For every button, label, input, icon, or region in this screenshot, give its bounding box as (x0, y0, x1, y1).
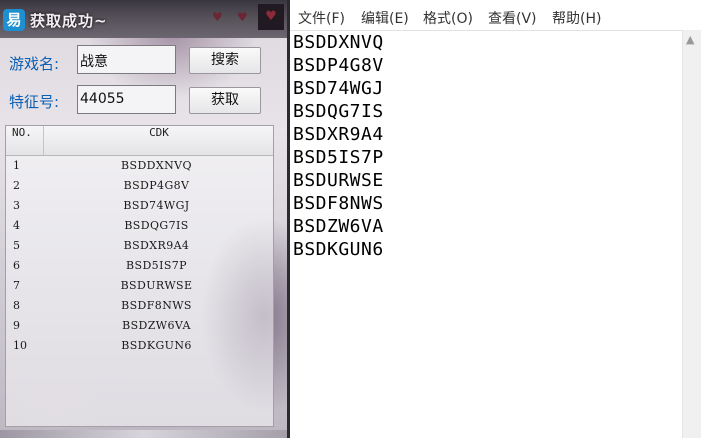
list-rows: 1 BSDDXNVQ 2 BSDP4G8V 3 BSD74WGJ 4 BSDQG7IS … (6, 156, 273, 356)
window-bottom-edge (0, 430, 287, 438)
menu-view[interactable]: 查看(V) (488, 8, 537, 28)
heart-icon[interactable]: ♥ (212, 10, 223, 24)
feature-code-field[interactable]: 44055 (77, 85, 176, 114)
column-header-cdk[interactable]: CDK (45, 126, 273, 155)
row-cdk: BSDQG7IS (124, 219, 189, 232)
text-editor[interactable]: BSDDXNVQ BSDP4G8V BSD74WGJ BSDQG7IS BSDX… (290, 30, 682, 438)
text-line: BSD74WGJ (293, 78, 384, 99)
search-button[interactable]: 搜索 (189, 47, 261, 74)
menu-edit[interactable]: 编辑(E) (361, 8, 409, 28)
game-name-label: 游戏名: (9, 55, 60, 73)
close-icon[interactable]: ♥ (258, 4, 284, 30)
list-row[interactable]: 7 BSDURWSE (6, 276, 273, 296)
list-row[interactable]: 9 BSDZW6VA (6, 316, 273, 336)
row-cdk: BSDURWSE (120, 279, 193, 292)
column-header-no[interactable]: NO. (6, 126, 44, 155)
notepad-window: 文件(F) 编辑(E) 格式(O) 查看(V) 帮助(H) BSDDXNVQ B… (287, 0, 701, 438)
game-name-field[interactable]: 战意 (77, 45, 176, 74)
menu-format[interactable]: 格式(O) (423, 8, 473, 28)
scroll-up-arrow-icon[interactable]: ▲ (686, 33, 694, 46)
fetch-button[interactable]: 获取 (189, 87, 261, 114)
row-cdk: BSD74WGJ (123, 199, 190, 212)
list-row[interactable]: 8 BSDF8NWS (6, 296, 273, 316)
row-cdk: BSDXR9A4 (123, 239, 190, 252)
row-cdk: BSDKGUN6 (121, 339, 192, 352)
menu-help[interactable]: 帮助(H) (552, 8, 601, 28)
list-row[interactable]: 3 BSD74WGJ (6, 196, 273, 216)
text-line: BSDXR9A4 (293, 124, 384, 145)
vertical-scrollbar[interactable]: ▲ (682, 30, 701, 438)
list-row[interactable]: 10 BSDKGUN6 (6, 336, 273, 356)
list-row[interactable]: 6 BSD5IS7P (6, 256, 273, 276)
menu-file[interactable]: 文件(F) (298, 8, 345, 28)
heart-icon[interactable]: ♥ (237, 10, 248, 24)
row-cdk: BSDF8NWS (121, 299, 192, 312)
list-header: NO. CDK (6, 126, 273, 156)
row-cdk: BSDZW6VA (122, 319, 191, 332)
text-line: BSDURWSE (293, 170, 384, 191)
title-bar[interactable]: 易 获取成功~ ♥ ♥ ♥ (0, 0, 287, 38)
row-cdk: BSDP4G8V (123, 179, 190, 192)
text-line: BSDZW6VA (293, 216, 384, 237)
row-cdk: BSD5IS7P (126, 259, 187, 272)
list-row[interactable]: 4 BSDQG7IS (6, 216, 273, 236)
cdk-tool-window: 易 获取成功~ ♥ ♥ ♥ 游戏名: 战意 搜索 特征号: 44055 获取 N… (0, 0, 287, 438)
text-line: BSDP4G8V (293, 55, 384, 76)
text-line: BSDKGUN6 (293, 239, 384, 260)
menu-bar: 文件(F) 编辑(E) 格式(O) 查看(V) 帮助(H) (290, 0, 701, 30)
text-line: BSDQG7IS (293, 101, 384, 122)
list-row[interactable]: 1 BSDDXNVQ (6, 156, 273, 176)
text-line: BSDF8NWS (293, 193, 384, 214)
feature-code-label: 特征号: (9, 93, 60, 111)
app-logo-icon: 易 (3, 9, 25, 31)
list-row[interactable]: 5 BSDXR9A4 (6, 236, 273, 256)
text-line: BSDDXNVQ (293, 32, 384, 53)
row-cdk: BSDDXNVQ (121, 159, 192, 172)
cdk-list[interactable]: NO. CDK 1 BSDDXNVQ 2 BSDP4G8V 3 BSD74WGJ 4B… (5, 125, 274, 427)
list-row[interactable]: 2 BSDP4G8V (6, 176, 273, 196)
window-title: 获取成功~ (30, 12, 108, 30)
text-line: BSD5IS7P (293, 147, 384, 168)
